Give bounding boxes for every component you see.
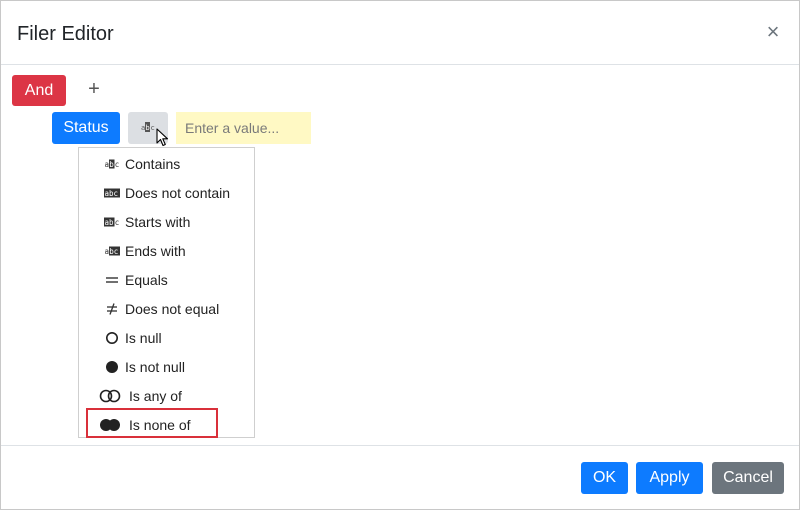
menu-item-does-not-contain[interactable]: abc Does not contain bbox=[79, 178, 254, 207]
menu-item-label: Is null bbox=[125, 329, 162, 346]
two-filled-circles-icon bbox=[97, 418, 123, 432]
menu-item-label: Equals bbox=[125, 271, 168, 288]
dialog-header: Filer Editor × bbox=[1, 1, 799, 65]
menu-item-label: Does not contain bbox=[125, 184, 231, 201]
two-empty-circles-icon bbox=[97, 389, 123, 403]
equals-icon bbox=[101, 275, 123, 285]
menu-item-is-any-of[interactable]: Is any of bbox=[79, 381, 254, 410]
operation-dropdown-menu: a b c Contains abc Does not contain ab c… bbox=[78, 147, 255, 438]
apply-button[interactable]: Apply bbox=[636, 462, 703, 494]
filled-circle-icon bbox=[101, 360, 123, 374]
cancel-button[interactable]: Cancel bbox=[712, 462, 784, 494]
close-icon[interactable]: × bbox=[763, 19, 783, 45]
svg-text:c: c bbox=[115, 160, 120, 169]
svg-text:b: b bbox=[109, 160, 114, 169]
operation-button[interactable]: a b c bbox=[128, 112, 168, 144]
contains-icon: a b c bbox=[141, 119, 155, 137]
menu-item-equals[interactable]: Equals bbox=[79, 265, 254, 294]
starts-with-icon: ab c bbox=[101, 217, 123, 227]
field-button[interactable]: Status bbox=[52, 112, 120, 144]
menu-item-label: Is any of bbox=[129, 387, 182, 404]
svg-text:b: b bbox=[146, 124, 150, 132]
menu-item-does-not-equal[interactable]: Does not equal bbox=[79, 294, 254, 323]
does-not-contain-icon: abc bbox=[101, 188, 123, 198]
dialog-title: Filer Editor bbox=[17, 23, 114, 45]
svg-text:bc: bc bbox=[109, 247, 118, 256]
svg-text:abc: abc bbox=[105, 189, 119, 198]
svg-text:ab: ab bbox=[105, 218, 115, 227]
menu-item-starts-with[interactable]: ab c Starts with bbox=[79, 207, 254, 236]
menu-item-label: Contains bbox=[125, 155, 181, 172]
empty-circle-icon bbox=[101, 331, 123, 345]
menu-item-is-not-null[interactable]: Is not null bbox=[79, 352, 254, 381]
value-input[interactable] bbox=[176, 112, 311, 144]
menu-item-ends-with[interactable]: a bc Ends with bbox=[79, 236, 254, 265]
svg-text:c: c bbox=[115, 218, 120, 227]
menu-item-label: Ends with bbox=[125, 242, 186, 259]
menu-item-label: Does not equal bbox=[125, 300, 220, 317]
menu-item-is-none-of[interactable]: Is none of bbox=[79, 410, 254, 439]
menu-item-contains[interactable]: a b c Contains bbox=[79, 149, 254, 178]
footer-divider bbox=[1, 445, 799, 446]
not-equal-icon bbox=[101, 302, 123, 316]
ends-with-icon: a bc bbox=[101, 246, 123, 256]
filter-editor-dialog: Filer Editor × And + Status a b c a b c bbox=[0, 0, 800, 510]
menu-item-label: Is not null bbox=[125, 358, 185, 375]
ok-button[interactable]: OK bbox=[581, 462, 628, 494]
svg-text:c: c bbox=[151, 124, 155, 132]
contains-icon: a b c bbox=[101, 159, 123, 169]
add-condition-icon[interactable]: + bbox=[85, 78, 103, 101]
menu-item-is-null[interactable]: Is null bbox=[79, 323, 254, 352]
group-operator-button[interactable]: And bbox=[12, 75, 66, 106]
menu-item-label: Is none of bbox=[129, 416, 191, 433]
menu-item-label: Starts with bbox=[125, 213, 191, 230]
